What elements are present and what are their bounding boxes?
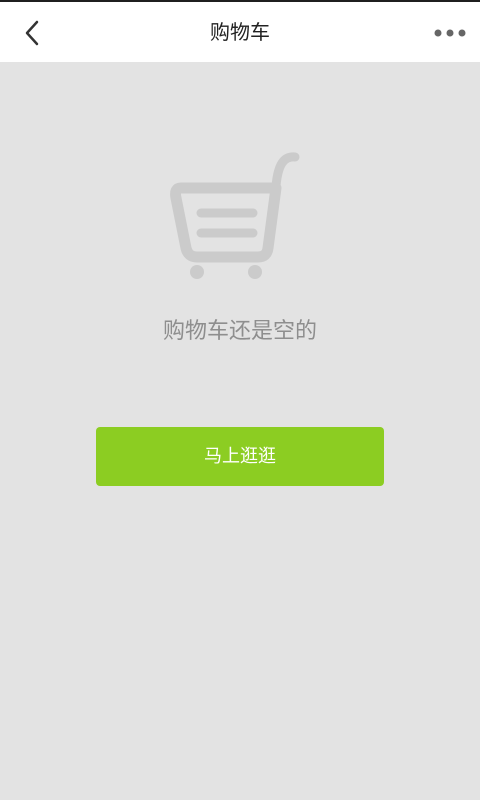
app-header: 购物车 bbox=[0, 2, 480, 62]
shopping-cart-icon bbox=[164, 150, 308, 284]
more-horizontal-icon bbox=[434, 29, 466, 37]
page-title: 购物车 bbox=[210, 20, 270, 44]
more-button[interactable] bbox=[428, 16, 472, 50]
go-shopping-button[interactable]: 马上逛逛 bbox=[96, 427, 384, 486]
empty-cart-message: 购物车还是空的 bbox=[162, 319, 317, 344]
